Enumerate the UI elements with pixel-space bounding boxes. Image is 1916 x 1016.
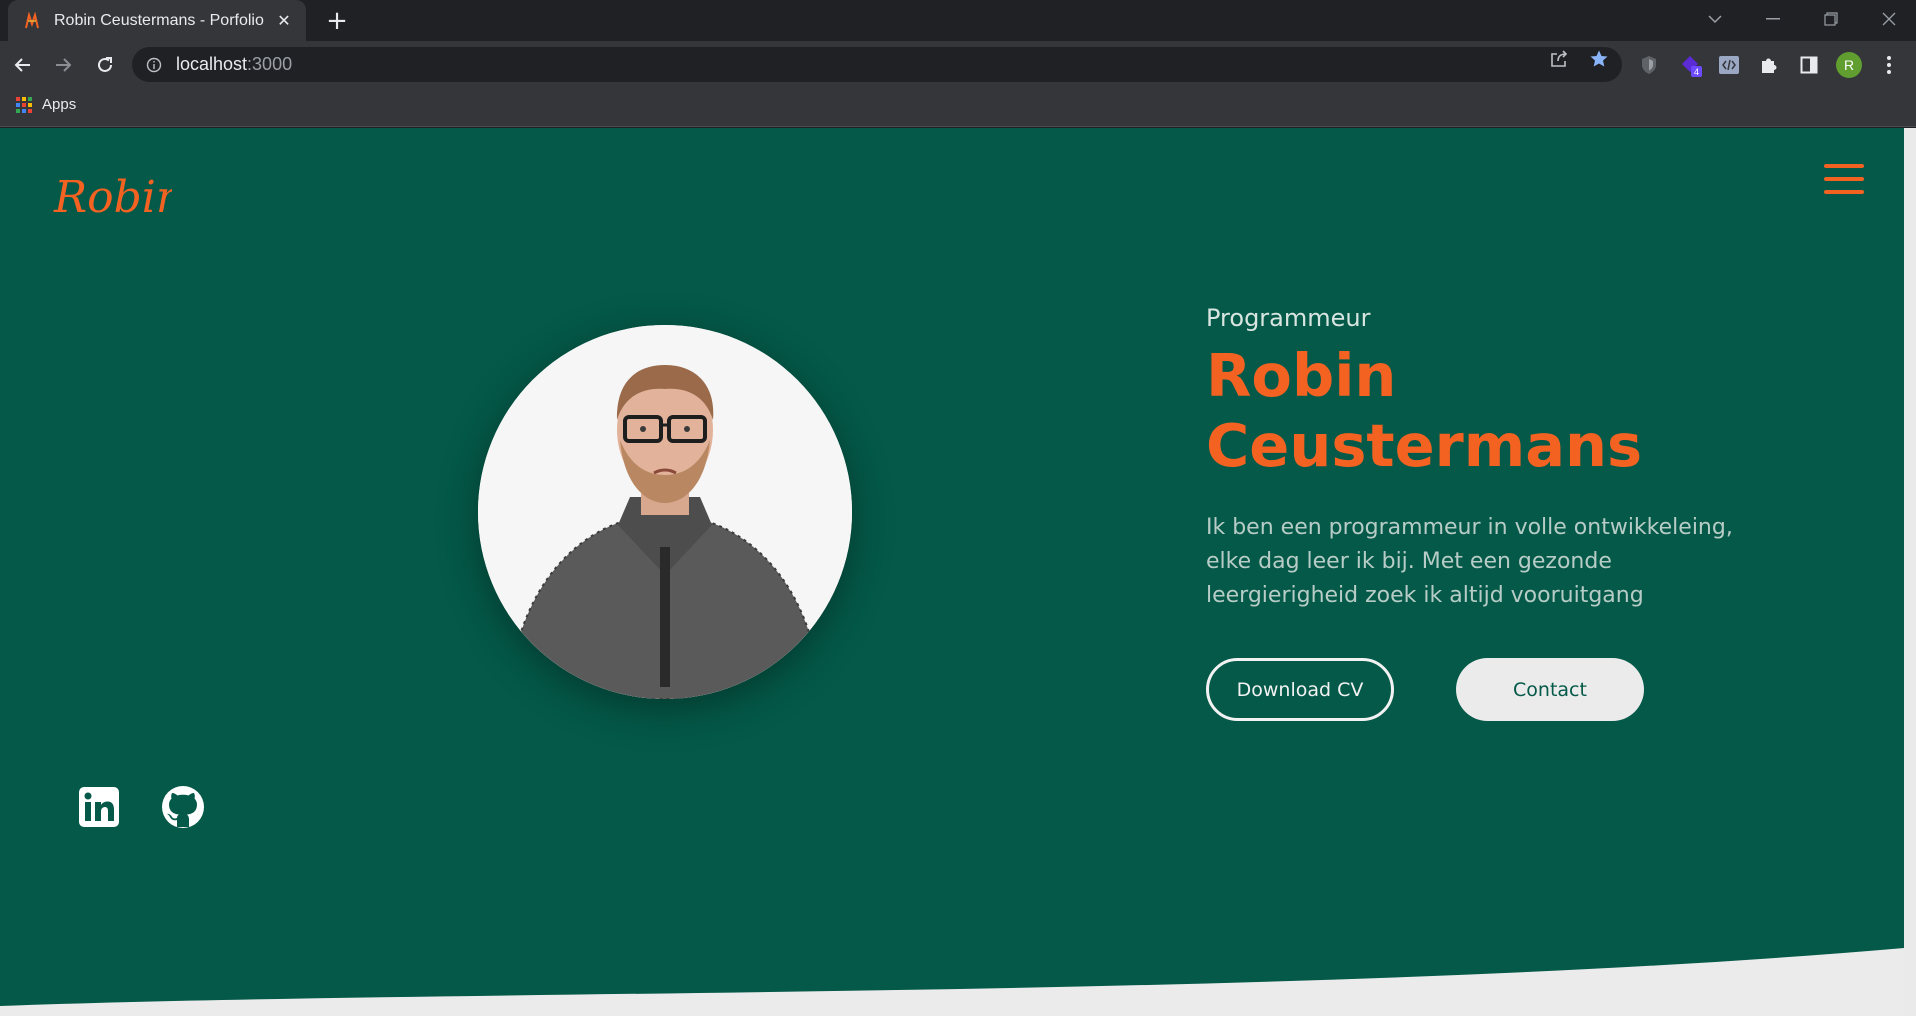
bookmark-star-icon[interactable] — [1588, 48, 1610, 70]
side-panel-icon[interactable] — [1796, 52, 1822, 78]
hero-subtitle: Programmeur — [1206, 304, 1371, 332]
profile-avatar[interactable]: R — [1836, 52, 1862, 78]
apps-grid-icon — [16, 96, 32, 113]
bottom-wave — [0, 948, 1904, 1016]
minimize-icon[interactable] — [1750, 4, 1796, 34]
portfolio-page: Robin Programmeur Robin Ceustermans Ik b… — [0, 128, 1904, 1016]
profile-photo — [478, 325, 852, 699]
hamburger-line — [1824, 177, 1864, 181]
restore-icon[interactable] — [1808, 4, 1854, 34]
svg-text:Robin: Robin — [53, 172, 172, 223]
share-icon[interactable] — [1548, 48, 1570, 70]
shield-extension-icon[interactable] — [1636, 52, 1662, 78]
site-favicon-icon — [22, 11, 42, 31]
tab-search-icon[interactable] — [1692, 4, 1738, 34]
bookmarks-bar: Apps — [0, 88, 1916, 127]
url-port: :3000 — [247, 54, 293, 74]
browser-tab[interactable]: Robin Ceustermans - Porfolio ✕ — [8, 0, 306, 41]
hero-name: Robin Ceustermans — [1206, 341, 1806, 481]
extensions-puzzle-icon[interactable] — [1756, 52, 1782, 78]
tab-title: Robin Ceustermans - Porfolio — [54, 11, 264, 29]
browser-menu-icon[interactable] — [1876, 52, 1902, 78]
forward-icon[interactable] — [48, 50, 78, 80]
hamburger-line — [1824, 164, 1864, 168]
github-icon[interactable] — [160, 784, 206, 830]
address-bar[interactable]: localhost:3000 — [132, 47, 1622, 82]
tab-strip: Robin Ceustermans - Porfolio ✕ + — [0, 0, 1916, 41]
download-cv-button[interactable]: Download CV — [1206, 658, 1394, 721]
contact-button[interactable]: Contact — [1456, 658, 1644, 721]
browser-toolbar: localhost:3000 4 R — [0, 41, 1916, 88]
back-icon[interactable] — [8, 50, 38, 80]
logo-signature: Robin — [53, 172, 184, 223]
close-window-icon[interactable] — [1866, 4, 1912, 34]
site-logo[interactable]: Robin — [52, 156, 184, 240]
page-scrollbar[interactable] — [1904, 128, 1916, 1016]
menu-hamburger-icon[interactable] — [1824, 164, 1864, 194]
apps-shortcut[interactable]: Apps — [16, 96, 76, 113]
close-tab-icon[interactable]: ✕ — [274, 11, 294, 30]
reload-icon[interactable] — [90, 50, 120, 80]
hamburger-line — [1824, 190, 1864, 194]
purple-extension-icon[interactable]: 4 — [1678, 52, 1704, 78]
hero-name-first: Robin — [1206, 341, 1397, 410]
code-extension-icon[interactable] — [1716, 52, 1742, 78]
apps-label: Apps — [42, 96, 77, 113]
site-info-icon[interactable] — [146, 56, 164, 74]
new-tab-button[interactable]: + — [322, 6, 352, 36]
svg-text:4: 4 — [1694, 67, 1699, 77]
hero-text: Programmeur Robin Ceustermans Ik ben een… — [1206, 303, 1806, 613]
linkedin-icon[interactable] — [76, 784, 122, 830]
hero-intro: Ik ben een programmeur in volle ontwikke… — [1206, 515, 1733, 608]
hero-name-last: Ceustermans — [1206, 411, 1643, 480]
url-host: localhost — [176, 54, 248, 74]
